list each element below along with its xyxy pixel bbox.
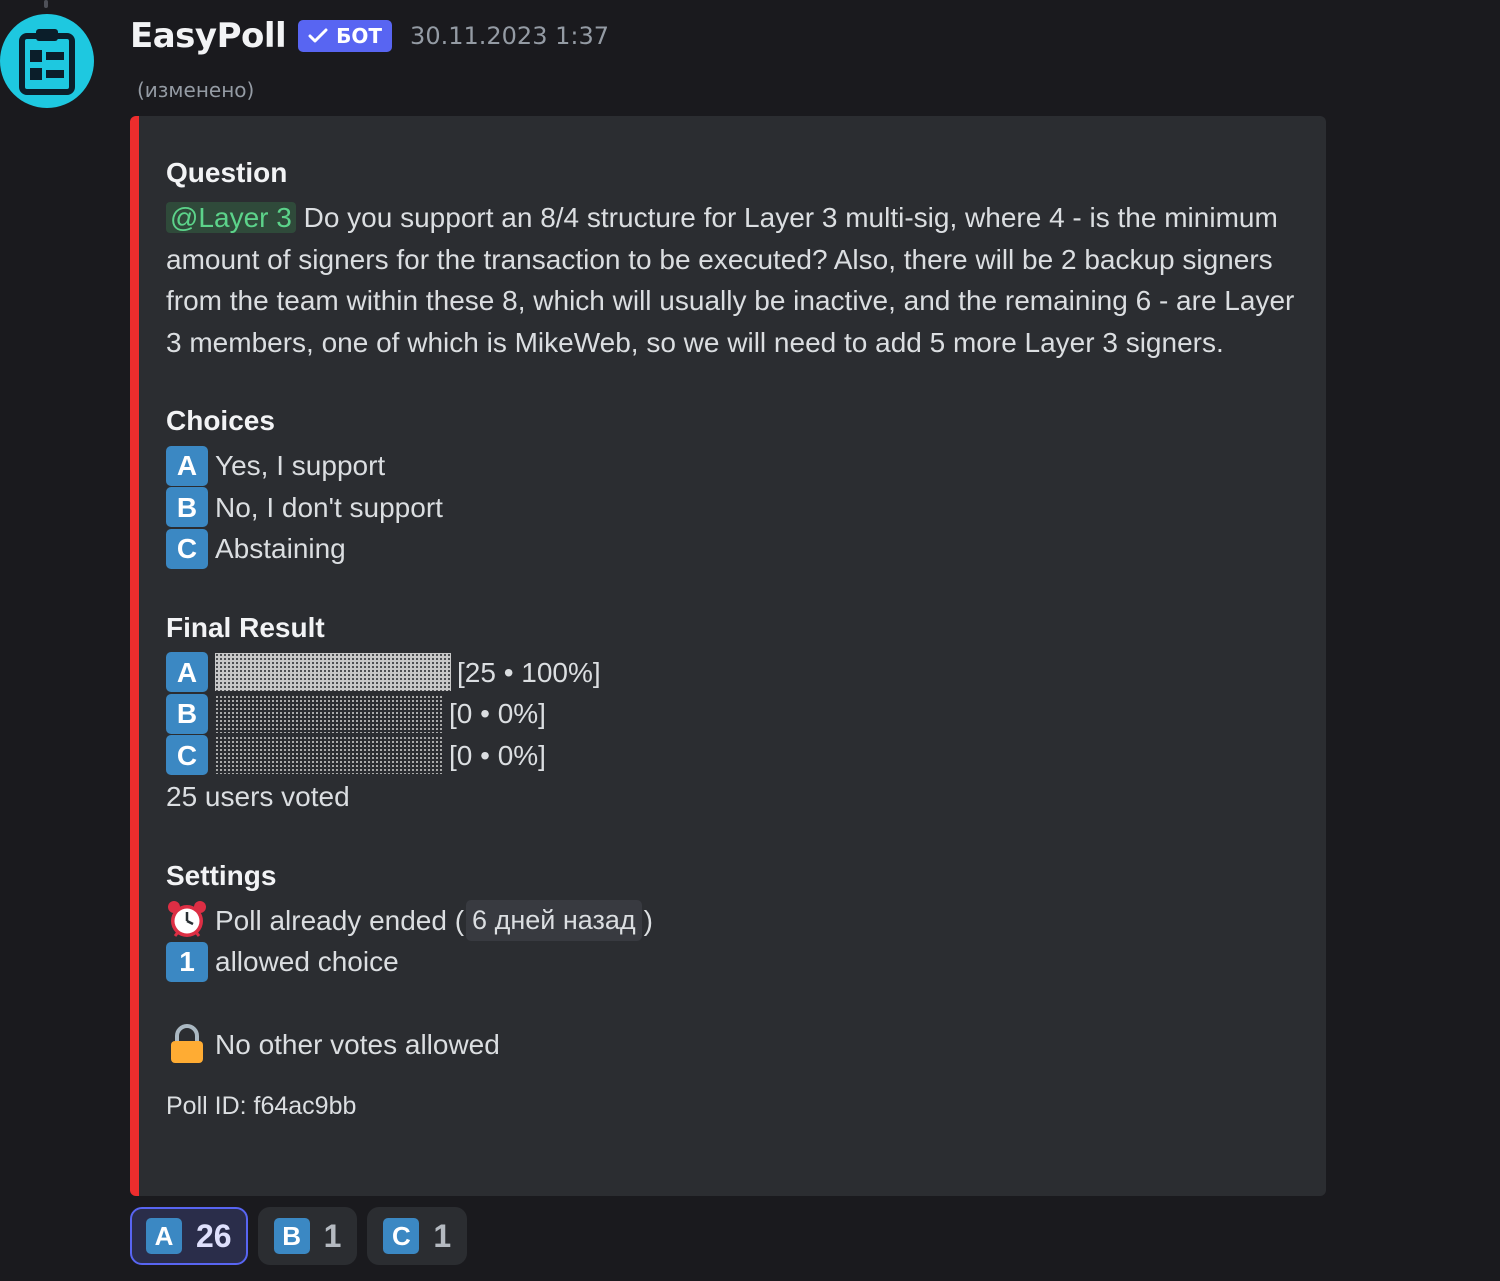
settings-title: Settings: [166, 859, 277, 891]
author-name[interactable]: EasyPoll: [130, 16, 287, 56]
result-bar: [215, 736, 443, 775]
letter-c-icon: C: [166, 735, 208, 776]
edited-label: (изменено): [137, 78, 255, 102]
thread-line: [44, 0, 48, 8]
reaction-count: 1: [323, 1217, 342, 1254]
choice-label: Abstaining: [215, 533, 346, 564]
question-text: @Layer 3 Do you support an 8/4 structure…: [166, 197, 1296, 363]
reaction-b[interactable]: B 1: [257, 1207, 358, 1265]
lock-icon: [166, 1024, 208, 1064]
reaction-c[interactable]: C 1: [367, 1207, 468, 1265]
letter-b-icon: B: [273, 1218, 310, 1254]
alarm-clock-icon: [166, 900, 208, 940]
letter-a-icon: A: [146, 1218, 182, 1254]
letter-c-icon: C: [383, 1218, 420, 1254]
result-label: [0 • 0%]: [449, 739, 546, 771]
result-row: B [0 • 0%]: [166, 693, 1292, 735]
keycap-one-icon: 1: [166, 941, 208, 982]
result-row: C [0 • 0%]: [166, 735, 1292, 777]
reaction-count: 26: [196, 1217, 232, 1254]
result-row: A [25 • 100%]: [166, 652, 1292, 694]
choices-title: Choices: [166, 405, 275, 436]
choice-item: A Yes, I support: [166, 445, 1292, 487]
vote-total: 25 users voted: [166, 781, 350, 812]
timestamp[interactable]: 30.11.2023 1:37: [410, 22, 609, 50]
poll-id-footer: Poll ID: f64ac9bb: [166, 1092, 357, 1120]
reaction-a[interactable]: A 26: [130, 1207, 248, 1265]
letter-c-icon: C: [166, 528, 208, 569]
choice-label: No, I don't support: [215, 491, 443, 523]
reactions-bar: A 26 B 1 C 1: [130, 1207, 468, 1265]
poll-message: EasyPoll БОТ 30.11.2023 1:37 (изменено) …: [0, 0, 1500, 1281]
bot-tag: БОТ: [298, 20, 393, 52]
setting-ended: Poll already ended (6 дней назад): [166, 899, 1292, 941]
role-mention[interactable]: @Layer 3: [166, 202, 296, 233]
question-title: Question: [166, 157, 288, 188]
allowed-text: allowed choice: [215, 946, 399, 977]
choice-item: C Abstaining: [166, 528, 1292, 570]
ended-suffix: ): [643, 904, 653, 936]
setting-no-other-votes: No other votes allowed: [166, 1024, 1292, 1066]
reaction-count: 1: [433, 1217, 452, 1254]
result-label: [25 • 100%]: [457, 656, 601, 688]
choice-label: Yes, I support: [215, 450, 386, 481]
avatar[interactable]: [0, 14, 94, 108]
result-label: [0 • 0%]: [449, 698, 546, 729]
question-body: Do you support an 8/4 structure for Laye…: [166, 202, 1295, 358]
choice-item: B No, I don't support: [166, 487, 1292, 529]
bot-tag-label: БОТ: [336, 24, 383, 48]
message-header: EasyPoll БОТ 30.11.2023 1:37: [130, 14, 609, 58]
clipboard-icon: [19, 29, 75, 95]
letter-b-icon: B: [166, 693, 208, 734]
no-other-votes-text: No other votes allowed: [215, 1028, 500, 1060]
letter-b-icon: B: [166, 487, 208, 528]
ended-relative-time[interactable]: 6 дней назад: [466, 899, 642, 941]
result-bar: [215, 694, 443, 733]
ended-prefix: Poll already ended (: [215, 904, 465, 936]
letter-a-icon: A: [166, 445, 208, 486]
letter-a-icon: A: [166, 652, 208, 693]
poll-embed: Question @Layer 3 Do you support an 8/4 …: [130, 116, 1326, 1196]
setting-allowed: 1 allowed choice: [166, 941, 1292, 983]
result-bar: [215, 653, 451, 692]
verified-check-icon: [308, 28, 328, 43]
result-title: Final Result: [166, 611, 325, 643]
